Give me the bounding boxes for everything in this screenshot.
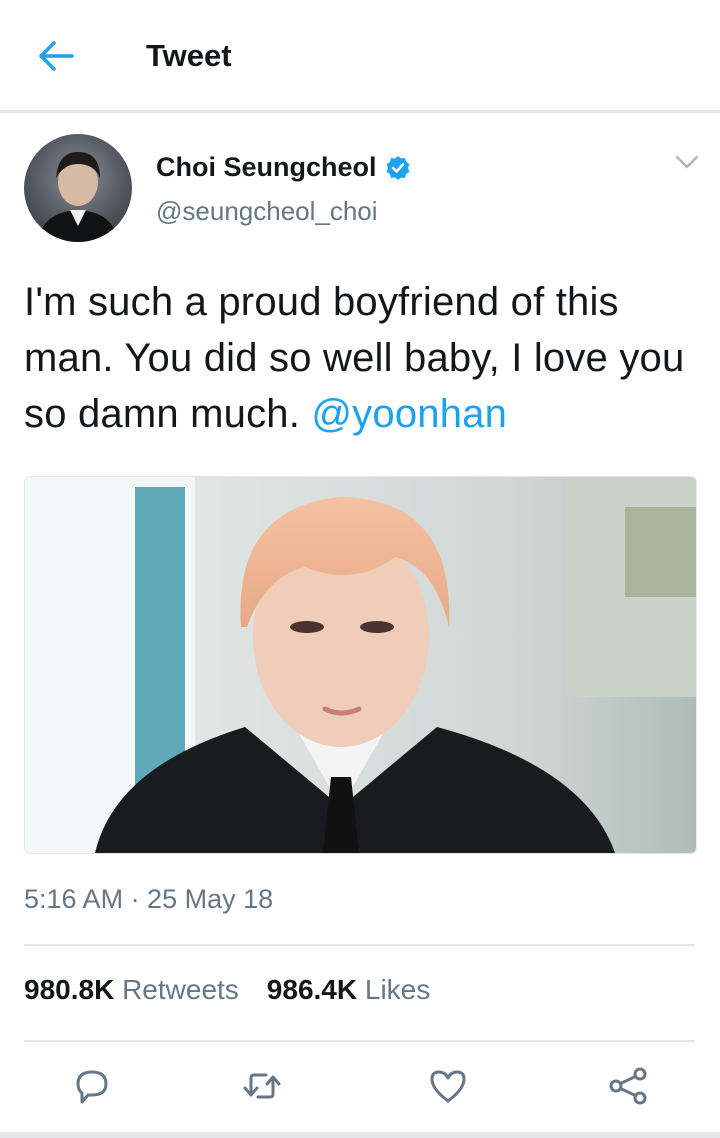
avatar-image: [38, 152, 118, 242]
share-button[interactable]: [606, 1064, 650, 1108]
page-title: Tweet: [146, 38, 232, 73]
action-bar: [0, 1050, 720, 1120]
tweet-timestamp[interactable]: 5:16 AM · 25 May 18: [24, 884, 273, 915]
author-handle[interactable]: @seungcheol_choi: [156, 196, 378, 227]
like-icon: [430, 1070, 466, 1103]
more-options-button[interactable]: [674, 152, 700, 172]
reply-icon: [76, 1070, 108, 1104]
photo: [25, 477, 696, 853]
retweet-button[interactable]: [240, 1064, 284, 1108]
like-button[interactable]: [426, 1064, 470, 1108]
tweet-text: I'm such a proud boyfriend of this man. …: [24, 274, 704, 442]
author-name-row[interactable]: Choi Seungcheol: [156, 152, 411, 183]
reply-button[interactable]: [70, 1064, 114, 1108]
divider: [24, 1040, 695, 1042]
divider: [24, 944, 695, 946]
divider: [0, 1132, 720, 1138]
share-icon: [609, 1067, 647, 1105]
likes-label: Likes: [364, 974, 431, 1005]
arrow-left-icon: [39, 41, 74, 71]
chevron-down-icon: [675, 155, 699, 169]
avatar[interactable]: [24, 134, 132, 242]
tweet-image[interactable]: [24, 476, 697, 854]
retweets-label: Retweets: [122, 974, 239, 1005]
retweets-stat[interactable]: 980.8K Retweets: [24, 974, 239, 1006]
likes-stat[interactable]: 986.4K Likes: [267, 974, 430, 1006]
tweet-stats: 980.8K Retweets 986.4K Likes: [24, 974, 458, 1006]
retweet-icon: [243, 1073, 281, 1099]
mention-link[interactable]: @yoonhan: [311, 392, 507, 436]
author-name: Choi Seungcheol: [156, 152, 377, 182]
verified-badge-icon: [386, 155, 410, 180]
likes-count: 986.4K: [266, 974, 358, 1005]
back-button[interactable]: [36, 38, 76, 74]
top-bar: Tweet: [0, 0, 720, 113]
retweets-count: 980.8K: [24, 974, 115, 1005]
